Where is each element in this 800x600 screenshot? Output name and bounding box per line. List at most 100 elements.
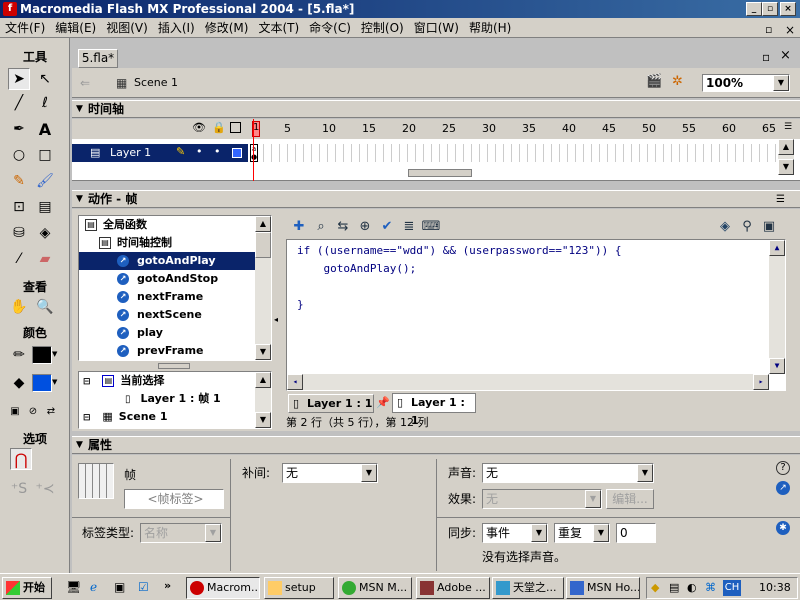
repeat-select[interactable]: 重复 ▼ — [554, 523, 610, 543]
quicklaunch-app-icon[interactable]: ▣ — [114, 580, 125, 594]
navigator-scrollbar[interactable]: ▲ ▼ — [255, 372, 271, 428]
text-tool-icon[interactable]: A — [34, 118, 56, 140]
collapse-icon[interactable]: ⊟ — [83, 413, 91, 423]
effect-dropdown-icon[interactable]: ▼ — [585, 490, 601, 508]
frame-label-input[interactable]: <帧标签> — [124, 489, 224, 509]
tray-network-icon[interactable]: ▤ — [669, 581, 679, 594]
fill-dropdown-icon[interactable]: ▼ — [52, 378, 57, 386]
quicklaunch-more-icon[interactable]: » — [164, 579, 171, 592]
tree-item-play[interactable]: ↗ play — [79, 324, 271, 342]
tray-ime-icon[interactable]: ⌘ — [705, 581, 716, 594]
timeline-scroll-down[interactable]: ▼ — [778, 159, 794, 175]
task-adobe[interactable]: Adobe ... — [416, 577, 490, 599]
task-setup[interactable]: setup — [264, 577, 334, 599]
eye-icon[interactable]: 👁 — [192, 121, 206, 134]
tween-select[interactable]: 无 ▼ — [282, 463, 378, 483]
navigator-scroll-down[interactable]: ▼ — [255, 412, 271, 428]
actions-header[interactable]: 动作 - 帧 ☰ — [72, 190, 800, 208]
scene-label[interactable]: Scene 1 — [134, 76, 178, 89]
task-msn-home[interactable]: MSN Ho... — [566, 577, 640, 599]
toolbox-resize-handle[interactable] — [158, 363, 190, 369]
help-icon[interactable]: ? — [776, 461, 790, 475]
edit-scene-icon[interactable]: 🎬 — [646, 74, 662, 89]
editor-scrollbar-v[interactable]: ▲ ▼ — [769, 240, 785, 374]
straighten-icon[interactable]: ⁺≺ — [34, 478, 56, 500]
ink-bottle-tool-icon[interactable]: ⛁ — [8, 222, 30, 244]
stroke-dropdown-icon[interactable]: ▼ — [52, 350, 57, 358]
timeline-scroll-up[interactable]: ▲ — [778, 139, 794, 155]
toolbox-scrollbar[interactable]: ▲ ▼ — [255, 216, 271, 360]
tree-item-prevframe[interactable]: ↗ prevFrame — [79, 342, 271, 360]
clock[interactable]: 10:38 — [759, 581, 791, 594]
menu-insert[interactable]: 插入(I) — [153, 18, 200, 38]
check-syntax-icon[interactable]: ✔ — [378, 217, 396, 235]
tree-item-gotoandplay[interactable]: ↗ gotoAndPlay — [79, 252, 255, 270]
pencil-tool-icon[interactable]: ✎ — [8, 170, 30, 192]
minimize-button[interactable]: _ — [746, 2, 762, 16]
label-type-dropdown-icon[interactable]: ▼ — [205, 524, 221, 542]
paint-bucket-tool-icon[interactable]: ◈ — [34, 222, 56, 244]
effect-select[interactable]: 无 ▼ — [482, 489, 602, 509]
collapse-icon[interactable]: ⊟ — [83, 377, 91, 387]
timeline-scrollbar[interactable]: ▲ ▼ — [778, 139, 794, 175]
outline-icon[interactable] — [230, 122, 241, 133]
close-button[interactable]: × — [780, 2, 796, 16]
repeat-count-input[interactable]: 0 — [616, 523, 656, 543]
code-hint-icon[interactable]: ⌨ — [422, 217, 441, 235]
smooth-icon[interactable]: ⁺S — [8, 478, 30, 500]
doc-panel-restore-icon[interactable]: ▫ — [762, 50, 770, 64]
eyedropper-tool-icon[interactable]: ⁄ — [8, 248, 30, 270]
debug-options-icon[interactable]: ⚲ — [738, 217, 756, 235]
tree-item-nextframe[interactable]: ↗ nextFrame — [79, 288, 271, 306]
hand-tool-icon[interactable]: ✋ — [8, 296, 30, 318]
script-tab-1[interactable]: ▯ Layer 1 : 1 — [288, 394, 374, 413]
doc-restore-icon[interactable]: ▫ — [760, 20, 776, 36]
properties-header[interactable]: 属性 — [72, 436, 800, 454]
quicklaunch-app2-icon[interactable]: ☑ — [138, 580, 149, 594]
task-macromedia[interactable]: Macrom... — [186, 577, 260, 599]
playhead[interactable] — [253, 119, 254, 181]
menu-text[interactable]: 文本(T) — [253, 18, 304, 38]
layer-visible-dot[interactable]: • — [196, 145, 203, 158]
editor-scroll-right[interactable]: ▸ — [753, 374, 769, 390]
doc-close-icon[interactable]: × — [780, 20, 796, 37]
rectangle-tool-icon[interactable]: □ — [34, 144, 56, 166]
start-button[interactable]: 开始 — [2, 577, 52, 599]
subselect-tool-icon[interactable]: ↖ — [34, 68, 56, 90]
timeline-header[interactable]: 时间轴 — [72, 100, 800, 118]
menu-edit[interactable]: 编辑(E) — [50, 18, 101, 38]
toolbox-scroll-thumb[interactable] — [255, 232, 271, 258]
find-icon[interactable]: ⌕ — [312, 217, 330, 235]
sound-select[interactable]: 无 ▼ — [482, 463, 654, 483]
timeline-menu-icon[interactable]: ☰ — [784, 122, 792, 132]
add-item-icon[interactable]: ✚ — [290, 217, 308, 235]
eraser-tool-icon[interactable]: ▰ — [34, 248, 56, 270]
doc-tab[interactable]: 5.fla* — [78, 49, 118, 68]
tree-item-gotoandstop[interactable]: ↗ gotoAndStop — [79, 270, 271, 288]
menu-control[interactable]: 控制(O) — [356, 18, 409, 38]
layer-outline-color[interactable] — [232, 148, 242, 158]
editor-scrollbar-h[interactable]: ◂ ▸ — [287, 374, 769, 390]
tray-sound-icon[interactable]: ◐ — [687, 581, 697, 594]
repeat-dropdown-icon[interactable]: ▼ — [593, 524, 609, 542]
toolbox-scroll-down[interactable]: ▼ — [255, 344, 271, 360]
brush-tool-icon[interactable]: 🖌 — [34, 170, 56, 192]
nav-current[interactable]: ⊟ ▤ 当前选择 — [79, 372, 271, 390]
target-path-icon[interactable]: ⊕ — [356, 217, 374, 235]
language-indicator[interactable]: CH — [723, 580, 741, 596]
edit-sound-button[interactable]: 编辑... — [606, 489, 654, 509]
ie-icon[interactable]: ℯ — [90, 580, 97, 594]
pin-script-icon[interactable]: 📌 — [376, 396, 390, 409]
task-tiantang[interactable]: 天堂之... — [492, 577, 564, 599]
edit-symbol-icon[interactable]: ✲ — [672, 74, 683, 89]
editor-scroll-down[interactable]: ▼ — [769, 358, 785, 374]
reference-icon[interactable]: ◈ — [716, 217, 734, 235]
editor-scroll-left[interactable]: ◂ — [287, 374, 303, 390]
auto-format-icon[interactable]: ≣ — [400, 217, 418, 235]
replace-icon[interactable]: ⇆ — [334, 217, 352, 235]
menu-view[interactable]: 视图(V) — [101, 18, 153, 38]
layer-lock-dot[interactable]: • — [214, 145, 221, 158]
tree-category[interactable]: ▤ 全局函数 — [79, 216, 271, 234]
nav-current-item[interactable]: ▯ Layer 1 : 帧 1 — [79, 390, 271, 408]
editor-scroll-up[interactable]: ▲ — [769, 240, 785, 256]
